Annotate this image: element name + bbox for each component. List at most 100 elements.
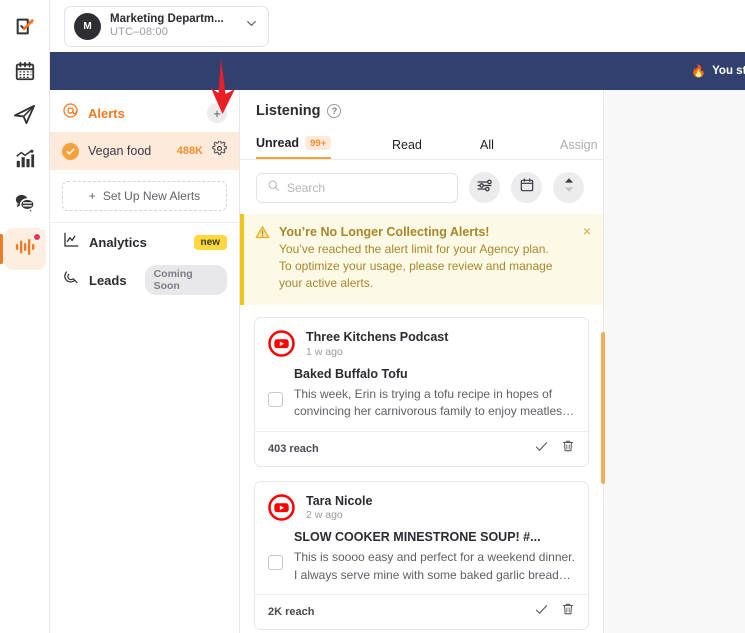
org-text: Marketing Departm... UTC–08:00: [110, 13, 235, 39]
tab-all-label: All: [480, 138, 494, 152]
magnet-icon: [62, 269, 80, 292]
panel-header: Listening ?: [240, 90, 603, 130]
rail-item-publish[interactable]: [4, 96, 46, 138]
filter-icon: [476, 177, 493, 199]
mentions-feed[interactable]: Three Kitchens Podcast 1 w ago Baked Buf…: [240, 317, 603, 633]
search-icon: [267, 179, 280, 197]
mark-read-icon[interactable]: [534, 439, 549, 459]
card-select-checkbox[interactable]: [268, 391, 283, 407]
tab-unread-label: Unread: [256, 136, 300, 150]
add-alert-button[interactable]: +: [207, 103, 227, 123]
top-bar: M Marketing Departm... UTC–08:00: [50, 0, 745, 52]
at-sign-icon: [62, 102, 79, 124]
youtube-icon: [268, 494, 295, 521]
listening-panel: Listening ? Unread 99+ Read All Assign S…: [240, 90, 604, 633]
warning-triangle-icon: [255, 225, 270, 292]
card-author: Tara Nicole: [306, 493, 373, 508]
card-title: SLOW COOKER MINESTRONE SOUP! #...: [294, 530, 541, 545]
sidebar-analytics-label: Analytics: [89, 234, 147, 250]
chat-bubbles-icon: [13, 191, 36, 219]
card-actions: [534, 439, 575, 459]
tab-unread-badge: 99+: [305, 136, 332, 150]
left-icon-rail: [0, 0, 50, 633]
upgrade-banner[interactable]: 🔥 You still hav: [50, 52, 745, 90]
card-snippet-line-2: convincing her carnivorous family to enj…: [294, 404, 575, 419]
tab-assigned-label: Assign: [560, 138, 598, 152]
card-footer: 403 reach: [255, 430, 588, 466]
card-actions: [534, 602, 575, 622]
card-text: Baked Buffalo Tofu This week, Erin is tr…: [294, 367, 575, 421]
card-header: Tara Nicole 2 w ago: [255, 482, 588, 528]
tasks-icon: [14, 16, 36, 43]
sidebar-item-analytics[interactable]: Analytics new: [50, 223, 239, 261]
gear-icon[interactable]: [212, 140, 227, 161]
search-toolbar: [240, 160, 603, 214]
tab-unread[interactable]: Unread 99+: [256, 136, 332, 159]
tab-read[interactable]: Read: [392, 138, 422, 159]
banner-content: 🔥 You still hav: [691, 64, 745, 78]
tab-all[interactable]: All: [480, 138, 494, 159]
warning-line-1: You’ve reached the alert limit for your …: [279, 242, 549, 256]
alerts-sidebar: Alerts + Vegan food 488K + Set Up New Al…: [50, 90, 240, 633]
tab-assigned[interactable]: Assign: [560, 138, 598, 159]
warning-line-3: your active alerts.: [279, 276, 374, 291]
card-snippet-line-1: This week, Erin is trying a tofu recipe …: [294, 386, 553, 401]
card-body: SLOW COOKER MINESTRONE SOUP! #... This i…: [255, 527, 588, 594]
org-switcher[interactable]: M Marketing Departm... UTC–08:00: [64, 5, 269, 47]
warning-line-2: To optimize your usage, please review an…: [279, 259, 553, 274]
rail-item-calendar[interactable]: [4, 52, 46, 94]
bar-chart-icon: [14, 148, 36, 175]
card-select-checkbox[interactable]: [268, 555, 283, 571]
rail-item-inbox[interactable]: [4, 184, 46, 226]
card-snippet-line-1: This is soooo easy and perfect for a wee…: [294, 550, 575, 565]
date-range-button[interactable]: [511, 172, 542, 203]
sort-button[interactable]: [553, 172, 584, 203]
card-timestamp: 2 w ago: [306, 509, 343, 522]
setup-new-alerts-button[interactable]: + Set Up New Alerts: [62, 181, 227, 211]
search-box[interactable]: [256, 172, 458, 203]
delete-icon[interactable]: [561, 439, 575, 458]
mention-card[interactable]: Three Kitchens Podcast 1 w ago Baked Buf…: [254, 317, 589, 467]
flame-icon: 🔥: [691, 64, 707, 78]
rail-item-analytics[interactable]: [4, 140, 46, 182]
new-badge: new: [193, 234, 227, 250]
alert-limit-warning: You’re No Longer Collecting Alerts! You’…: [240, 214, 603, 306]
sort-icon: [562, 177, 576, 198]
rail-item-listening[interactable]: [0, 228, 46, 270]
delete-icon[interactable]: [561, 602, 575, 621]
card-snippet-line-2: I always serve mine with some baked garl…: [294, 567, 571, 582]
setup-new-alerts-label: Set Up New Alerts: [102, 189, 201, 203]
mention-card[interactable]: Tara Nicole 2 w ago SLOW COOKER MINESTRO…: [254, 480, 589, 630]
sidebar-alert-vegan-food[interactable]: Vegan food 488K: [50, 132, 239, 170]
calendar-icon: [14, 60, 36, 87]
card-text: SLOW COOKER MINESTRONE SOUP! #... This i…: [294, 530, 575, 584]
line-chart-icon: [62, 231, 80, 254]
card-author: Three Kitchens Podcast: [306, 330, 449, 345]
youtube-icon: [268, 330, 295, 358]
card-reach: 2K reach: [268, 605, 315, 618]
rail-item-tasks[interactable]: [4, 8, 46, 50]
banner-text: You still hav: [712, 65, 745, 77]
mark-read-icon[interactable]: [534, 602, 549, 622]
search-input[interactable]: [287, 180, 447, 195]
app-root: M Marketing Departm... UTC–08:00 🔥 You s…: [0, 0, 745, 633]
page-title: Listening: [256, 103, 321, 119]
close-icon[interactable]: ×: [583, 224, 591, 238]
paper-plane-icon: [13, 103, 36, 131]
help-icon[interactable]: ?: [327, 104, 342, 118]
filter-button[interactable]: [469, 172, 500, 203]
notification-dot: [32, 233, 41, 241]
sidebar-section-alerts[interactable]: Alerts +: [50, 94, 239, 132]
card-timestamp: 1 w ago: [306, 345, 343, 358]
card-body: Baked Buffalo Tofu This week, Erin is tr…: [255, 364, 588, 431]
tab-bar: Unread 99+ Read All Assign: [240, 130, 603, 160]
plus-icon: +: [88, 189, 96, 203]
sidebar-item-leads[interactable]: Leads Coming Soon: [50, 261, 239, 299]
check-circle-icon: [62, 142, 79, 160]
warning-title: You’re No Longer Collecting Alerts!: [279, 225, 490, 239]
right-gutter: [605, 90, 745, 633]
org-avatar: M: [74, 12, 101, 40]
sidebar-leads-label: Leads: [89, 272, 127, 288]
org-name: Marketing Departm...: [110, 13, 224, 26]
calendar-icon: [519, 177, 535, 198]
